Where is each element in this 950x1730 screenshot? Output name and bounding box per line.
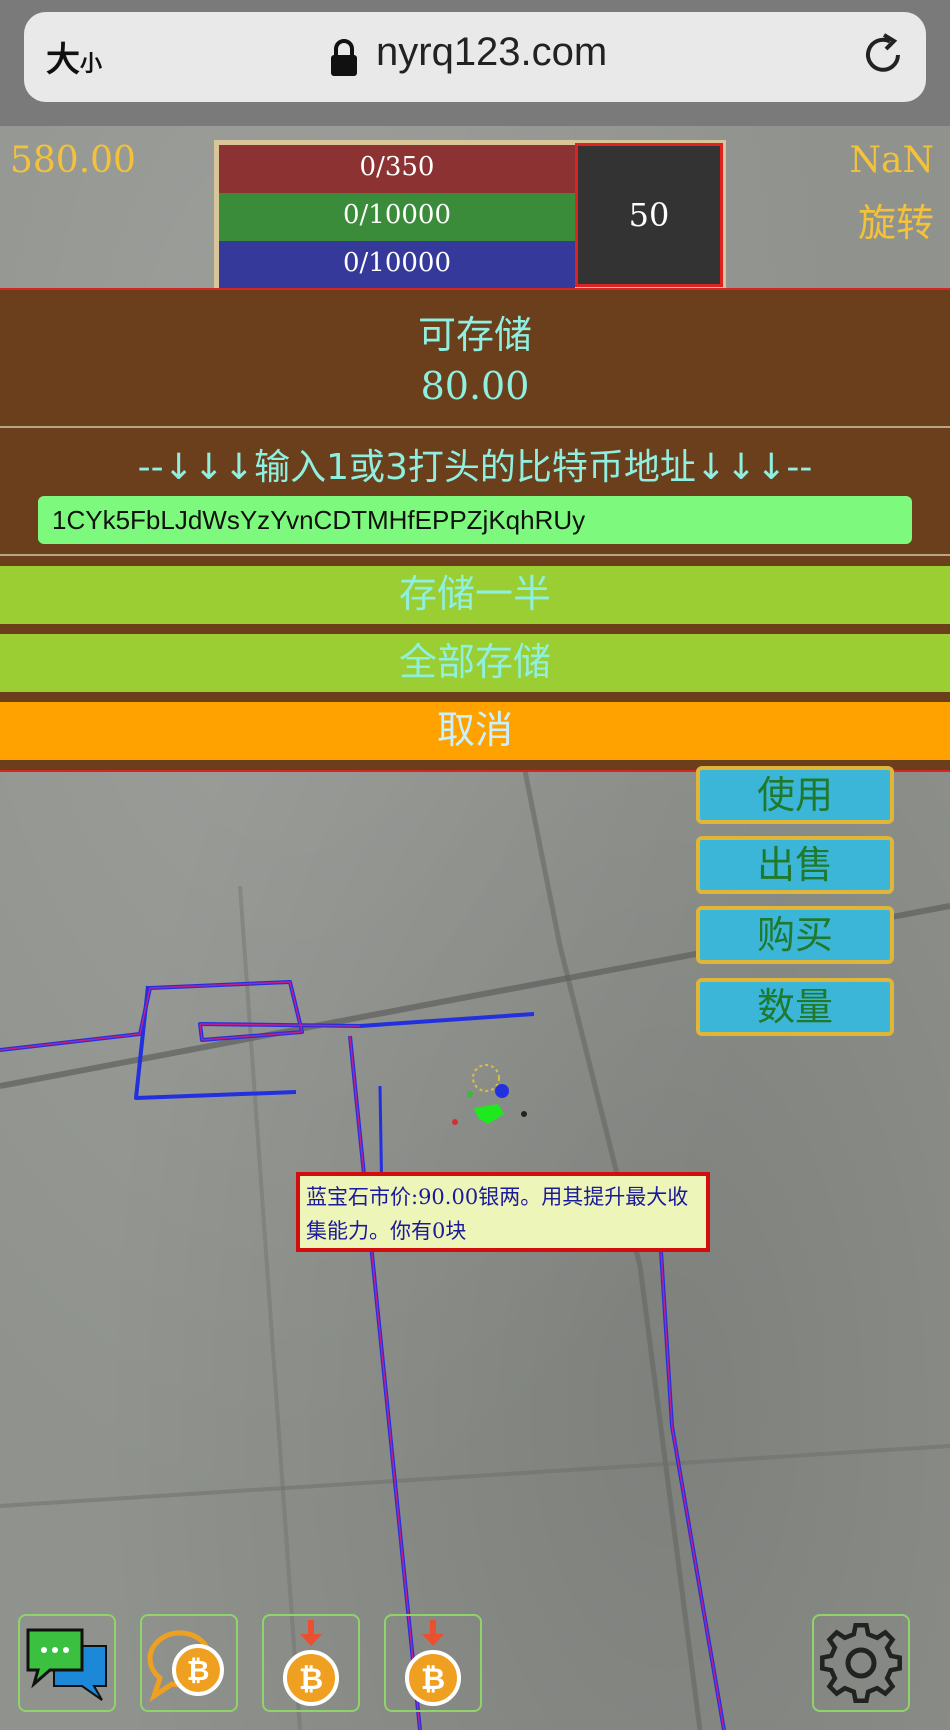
divider: [0, 554, 950, 556]
gear-icon: [820, 1622, 902, 1704]
svg-text:₿: ₿: [187, 1654, 210, 1687]
player-marker: [452, 1064, 527, 1125]
buy-button[interactable]: 购买: [696, 906, 894, 964]
lock-icon: [331, 39, 357, 76]
item-tooltip: 蓝宝石市价:90.00银两。用其提升最大收集能力。你有0块: [296, 1172, 710, 1252]
bitcoin-address-input[interactable]: [38, 496, 912, 544]
store-half-button[interactable]: 存储一半: [0, 566, 950, 624]
bitcoin-download-button[interactable]: ₿: [384, 1614, 482, 1712]
text-size-small-label: 小: [80, 52, 103, 77]
store-all-button[interactable]: 全部存储: [0, 634, 950, 692]
nan-readout: NaN: [849, 140, 934, 181]
chat-button[interactable]: [18, 1614, 116, 1712]
bitcoin-download-button[interactable]: ₿: [262, 1614, 360, 1712]
quantity-button[interactable]: 数量: [696, 978, 894, 1036]
dialog-title: 可存储: [417, 313, 532, 357]
reload-icon[interactable]: [860, 32, 906, 78]
svg-text:₿: ₿: [421, 1662, 445, 1697]
bitcoin-download-icon: ₿: [283, 1620, 339, 1706]
divider: [0, 426, 950, 428]
rotate-button[interactable]: 旋转: [858, 192, 934, 247]
svg-text:₿: ₿: [299, 1662, 323, 1697]
storage-dialog: 可存储 80.00 --↓↓↓输入1或3打头的比特币地址↓↓↓-- 存储一半 全…: [0, 288, 950, 772]
text-size-large-label: 大: [46, 40, 80, 80]
address-bar[interactable]: 大小 nyrq123.com: [24, 12, 926, 102]
address-prompt: --↓↓↓输入1或3打头的比特币地址↓↓↓--: [137, 447, 813, 488]
use-button[interactable]: 使用: [696, 766, 894, 824]
chat-icon: [26, 1628, 107, 1701]
stat-red-bar: 0/350: [219, 145, 575, 193]
stat-level-box: 50: [575, 143, 723, 287]
stat-blue-bar: 0/10000: [219, 241, 575, 289]
bitcoin-chat-icon: ₿: [147, 1630, 224, 1703]
cancel-button[interactable]: 取消: [0, 702, 950, 760]
sell-button[interactable]: 出售: [696, 836, 894, 894]
stat-green-bar: 0/10000: [219, 193, 575, 241]
bitcoin-chat-button[interactable]: ₿: [140, 1614, 238, 1712]
bitcoin-download-icon: ₿: [405, 1620, 461, 1706]
silver-balance: 580.00: [10, 140, 136, 181]
browser-toolbar: 大小 nyrq123.com: [0, 0, 950, 126]
storable-amount: 80.00: [420, 364, 530, 408]
text-size-button[interactable]: 大小: [46, 32, 102, 81]
url-text: nyrq123.com: [376, 30, 608, 74]
stats-panel: 0/350 0/10000 0/10000 50: [214, 140, 726, 290]
settings-button[interactable]: [812, 1614, 910, 1712]
